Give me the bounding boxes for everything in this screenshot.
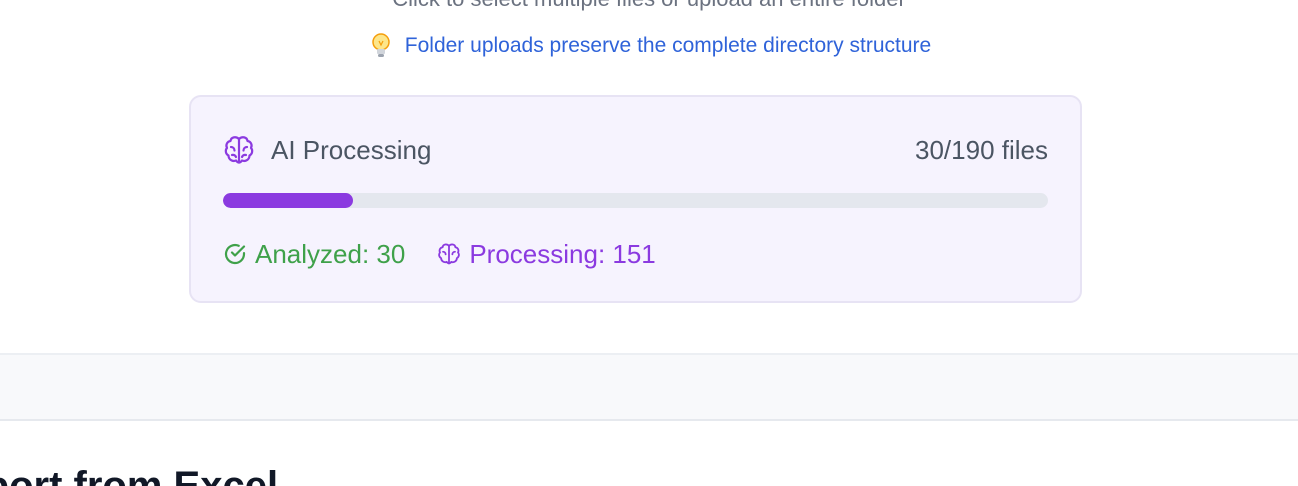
section-divider-band	[0, 353, 1298, 421]
analyzed-stat: Analyzed: 30	[223, 239, 405, 270]
analyzed-label: Analyzed: 30	[255, 238, 406, 269]
upload-subtitle: Click to select multiple files or upload…	[0, 0, 1298, 12]
ai-processing-header: AI Processing 30/190 files	[223, 133, 1048, 167]
tip-text: Folder uploads preserve the complete dir…	[404, 34, 932, 57]
import-section-title: Import from Excel	[0, 464, 279, 486]
processing-label: Processing: 151	[469, 238, 656, 269]
brain-icon	[223, 134, 255, 166]
lightbulb-icon	[367, 31, 395, 61]
upload-page: Click to select multiple files or upload…	[0, 0, 1298, 486]
processing-progress-bar	[223, 193, 1048, 208]
brain-icon	[437, 242, 461, 266]
processing-progress-fill	[223, 193, 354, 208]
ai-processing-card: AI Processing 30/190 files Analyzed: 30	[189, 95, 1082, 303]
file-count: 30/190 files	[915, 134, 1048, 165]
ai-processing-title-group: AI Processing	[223, 134, 431, 166]
processing-stats: Analyzed: 30 Processing: 151	[223, 237, 656, 271]
ai-processing-title: AI Processing	[271, 134, 432, 165]
folder-upload-tip: Folder uploads preserve the complete dir…	[0, 31, 1298, 61]
check-circle-icon	[223, 242, 247, 266]
processing-stat: Processing: 151	[437, 238, 656, 270]
